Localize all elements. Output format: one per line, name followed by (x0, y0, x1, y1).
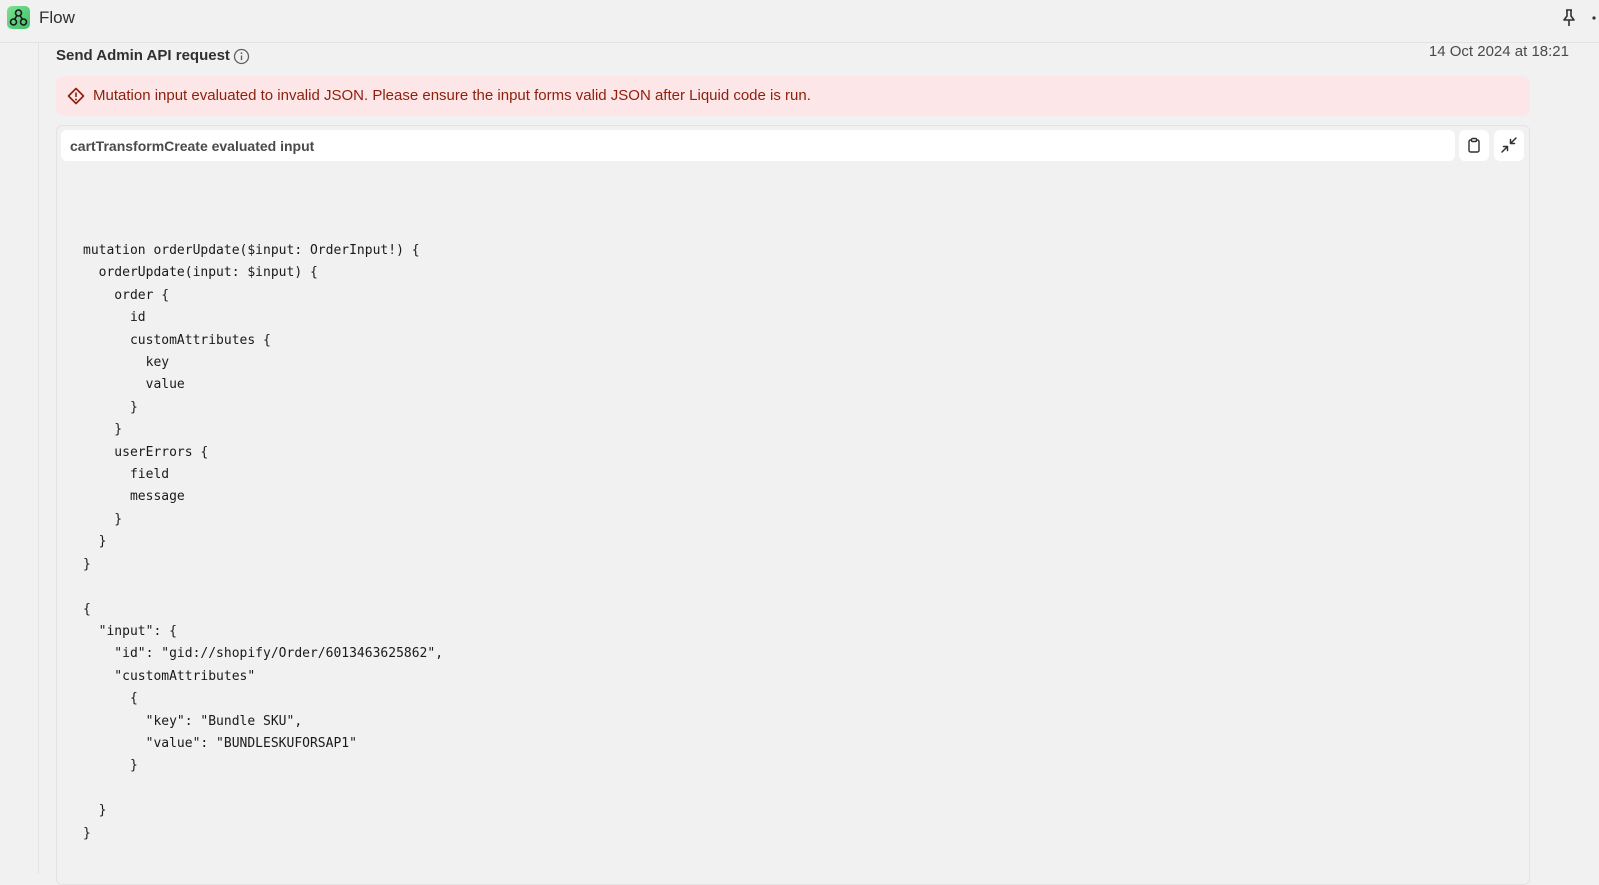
code-viewer: cartTransformCreate evaluated input muta… (56, 125, 1530, 885)
run-details-panel: Send Admin API request 14 Oct 2024 at 18… (38, 43, 1599, 885)
copy-button[interactable] (1459, 130, 1489, 161)
code-viewer-title: cartTransformCreate evaluated input (70, 138, 315, 154)
minimize-arrows-icon (1501, 137, 1517, 153)
step-title: Send Admin API request (56, 47, 230, 64)
collapse-button[interactable] (1494, 130, 1524, 161)
code-content: mutation orderUpdate($input: OrderInput!… (83, 243, 444, 841)
run-timestamp: 14 Oct 2024 at 18:21 (1428, 43, 1569, 60)
flow-logo-icon (7, 6, 30, 29)
info-icon[interactable] (233, 48, 250, 65)
code-viewer-header: cartTransformCreate evaluated input (61, 130, 1455, 161)
top-bar: Flow (0, 0, 1599, 43)
more-icon[interactable] (1589, 8, 1599, 28)
clipboard-icon (1468, 137, 1480, 153)
error-banner: Mutation input evaluated to invalid JSON… (56, 76, 1530, 116)
warning-diamond-icon (67, 87, 85, 105)
pin-icon[interactable] (1560, 8, 1578, 28)
app-title: Flow (39, 8, 75, 27)
error-message: Mutation input evaluated to invalid JSON… (93, 87, 811, 104)
